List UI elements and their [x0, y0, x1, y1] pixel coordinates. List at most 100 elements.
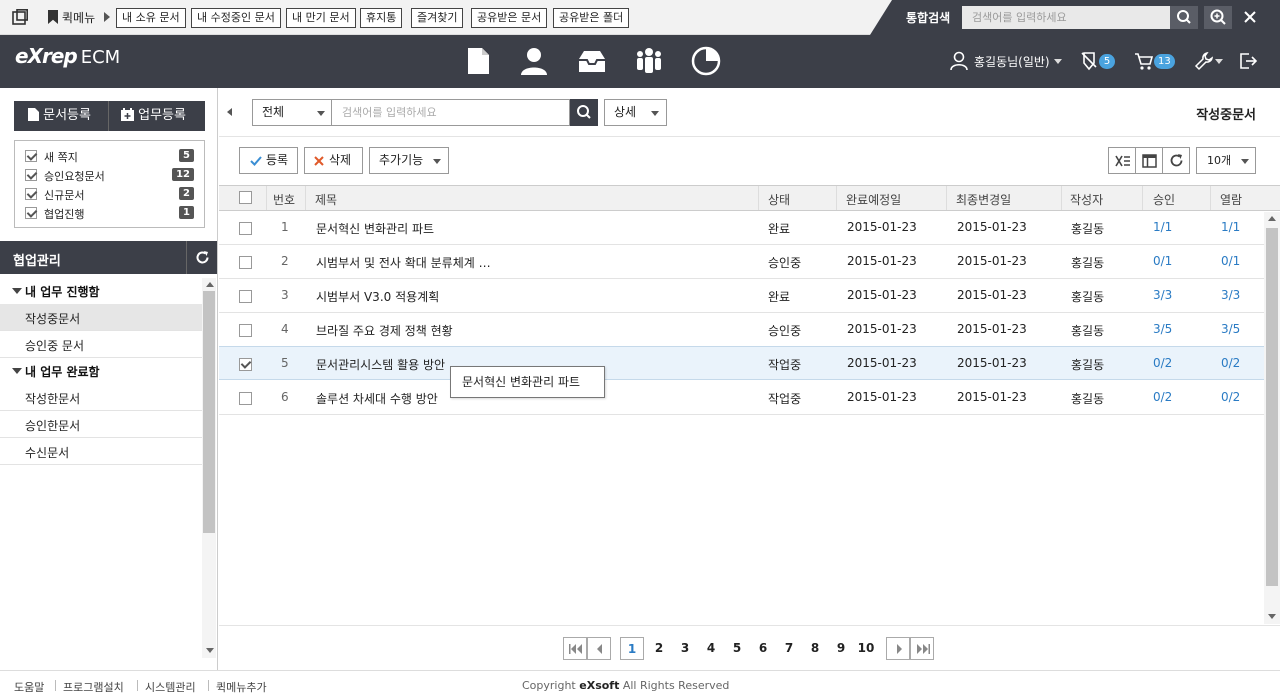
refresh-list-button[interactable]: [1162, 147, 1190, 174]
scroll-down-icon[interactable]: [1268, 614, 1276, 619]
page-number[interactable]: 10: [854, 637, 878, 660]
sidebar-scrollbar[interactable]: [202, 278, 216, 658]
column-header-due[interactable]: 완료예정일: [846, 191, 901, 208]
row-title[interactable]: 브라질 주요 경제 정책 현황: [316, 322, 453, 339]
page-number[interactable]: 7: [777, 637, 801, 660]
page-number[interactable]: 5: [725, 637, 749, 660]
column-settings-button[interactable]: [1135, 147, 1163, 174]
row-approve-link[interactable]: 3/3: [1153, 288, 1172, 302]
more-functions-button[interactable]: 추가기능: [369, 147, 449, 174]
row-read-link[interactable]: 0/1: [1221, 254, 1240, 268]
column-header-no[interactable]: 번호: [273, 191, 295, 208]
row-read-link[interactable]: 1/1: [1221, 220, 1240, 234]
row-checkbox[interactable]: [239, 222, 252, 235]
page-number[interactable]: 8: [803, 637, 827, 660]
column-header-status[interactable]: 상태: [768, 191, 790, 208]
quick-shared-folders-button[interactable]: 공유받은 폴더: [553, 8, 630, 28]
row-approve-link[interactable]: 1/1: [1153, 220, 1172, 234]
scroll-up-icon[interactable]: [206, 282, 214, 287]
approval-icon[interactable]: [1080, 51, 1098, 71]
global-search-input[interactable]: [962, 6, 1170, 29]
scroll-down-icon[interactable]: [206, 648, 214, 653]
page-number[interactable]: 1: [620, 637, 644, 660]
column-header-title[interactable]: 제목: [315, 191, 337, 208]
notice-item[interactable]: 협업진행 1: [15, 204, 204, 223]
row-read-link[interactable]: 0/2: [1221, 390, 1240, 404]
row-read-link[interactable]: 3/5: [1221, 322, 1240, 336]
table-scrollbar[interactable]: [1264, 212, 1280, 624]
inbox-icon[interactable]: [576, 45, 608, 77]
delete-button[interactable]: 삭제: [304, 147, 363, 174]
search-button[interactable]: [570, 99, 598, 126]
quick-my-editing-button[interactable]: 내 수정중인 문서: [191, 8, 281, 28]
quick-menu-grid-icon[interactable]: [12, 9, 28, 25]
search-input[interactable]: [332, 99, 570, 126]
quick-my-docs-button[interactable]: 내 소유 문서: [116, 8, 186, 28]
user-icon[interactable]: [518, 45, 550, 77]
row-title[interactable]: 문서관리시스템 활용 방안: [316, 356, 445, 373]
quick-trash-button[interactable]: 휴지통: [360, 8, 403, 28]
page-number[interactable]: 4: [699, 637, 723, 660]
prev-page-button[interactable]: [587, 637, 611, 660]
logo[interactable]: eXrep ECM: [15, 44, 120, 68]
page-number[interactable]: 2: [647, 637, 671, 660]
row-checkbox[interactable]: [239, 392, 252, 405]
checkbox[interactable]: [25, 169, 37, 181]
scroll-up-icon[interactable]: [1268, 216, 1276, 221]
checkbox[interactable]: [25, 207, 37, 219]
team-icon[interactable]: [633, 45, 665, 77]
notice-item[interactable]: 신규문서 2: [15, 185, 204, 204]
column-header-modified[interactable]: 최종변경일: [956, 191, 1011, 208]
tree-item-written[interactable]: 작성한문서: [0, 384, 202, 411]
page-number[interactable]: 3: [673, 637, 697, 660]
table-row[interactable]: 1 문서혁신 변화관리 파트 완료 2015-01-23 2015-01-23 …: [219, 211, 1264, 245]
tree-group-completed[interactable]: 내 업무 완료함: [0, 358, 202, 384]
row-title[interactable]: 시범부서 V3.0 적용계획: [316, 288, 439, 305]
close-icon[interactable]: [1240, 7, 1260, 27]
page-size-select[interactable]: 10개: [1196, 147, 1256, 174]
search-button[interactable]: [1170, 6, 1198, 29]
quick-favorites-button[interactable]: 즐겨찾기: [411, 8, 464, 28]
page-number[interactable]: 9: [829, 637, 853, 660]
row-approve-link[interactable]: 3/5: [1153, 322, 1172, 336]
column-header-read[interactable]: 열람: [1220, 191, 1242, 208]
footer-link-install[interactable]: 프로그램설치: [63, 679, 124, 695]
logout-icon[interactable]: [1238, 51, 1258, 71]
chevron-down-icon[interactable]: [1054, 59, 1062, 64]
refresh-button[interactable]: [186, 241, 217, 274]
collapse-sidebar-icon[interactable]: [227, 108, 232, 116]
next-page-button[interactable]: [886, 637, 910, 660]
quick-shared-docs-button[interactable]: 공유받은 문서: [471, 8, 548, 28]
table-row[interactable]: 4 브라질 주요 경제 정책 현황 승인중 2015-01-23 2015-01…: [219, 313, 1264, 347]
tree-group-in-progress[interactable]: 내 업무 진행함: [0, 278, 202, 304]
footer-link-add-quickmenu[interactable]: 퀵메뉴추가: [216, 679, 267, 695]
row-checkbox[interactable]: [239, 358, 252, 371]
table-row[interactable]: 5 문서관리시스템 활용 방안 작업중 2015-01-23 2015-01-2…: [219, 346, 1264, 380]
register-document-button[interactable]: 문서등록: [28, 101, 91, 131]
scrollbar-thumb[interactable]: [203, 291, 215, 533]
settings-chevron-icon[interactable]: [1215, 59, 1223, 64]
pie-chart-icon[interactable]: [690, 45, 722, 77]
row-title[interactable]: 시범부서 및 전사 확대 분류체계 …: [316, 254, 491, 271]
document-icon[interactable]: [462, 45, 494, 77]
search-scope-select[interactable]: 전체: [252, 99, 332, 126]
footer-link-help[interactable]: 도움말: [14, 679, 44, 695]
row-checkbox[interactable]: [239, 290, 252, 303]
row-read-link[interactable]: 0/2: [1221, 356, 1240, 370]
column-header-author[interactable]: 작성자: [1070, 191, 1103, 208]
cart-icon[interactable]: [1134, 51, 1154, 71]
notice-item[interactable]: 승인요청문서 12: [15, 166, 204, 185]
select-all-checkbox[interactable]: [239, 191, 252, 204]
row-approve-link[interactable]: 0/2: [1153, 356, 1172, 370]
register-button[interactable]: 등록: [239, 147, 298, 174]
row-title[interactable]: 문서혁신 변화관리 파트: [316, 220, 434, 237]
table-row[interactable]: 3 시범부서 V3.0 적용계획 완료 2015-01-23 2015-01-2…: [219, 279, 1264, 313]
zoom-in-button[interactable]: [1204, 6, 1232, 29]
row-read-link[interactable]: 3/3: [1221, 288, 1240, 302]
user-profile-icon[interactable]: [950, 51, 968, 71]
notice-item[interactable]: 새 쪽지 5: [15, 147, 204, 166]
last-page-button[interactable]: [910, 637, 934, 660]
detail-search-select[interactable]: 상세: [604, 99, 667, 126]
tree-item-received[interactable]: 수신문서: [0, 438, 202, 465]
footer-link-admin[interactable]: 시스템관리: [145, 679, 196, 695]
